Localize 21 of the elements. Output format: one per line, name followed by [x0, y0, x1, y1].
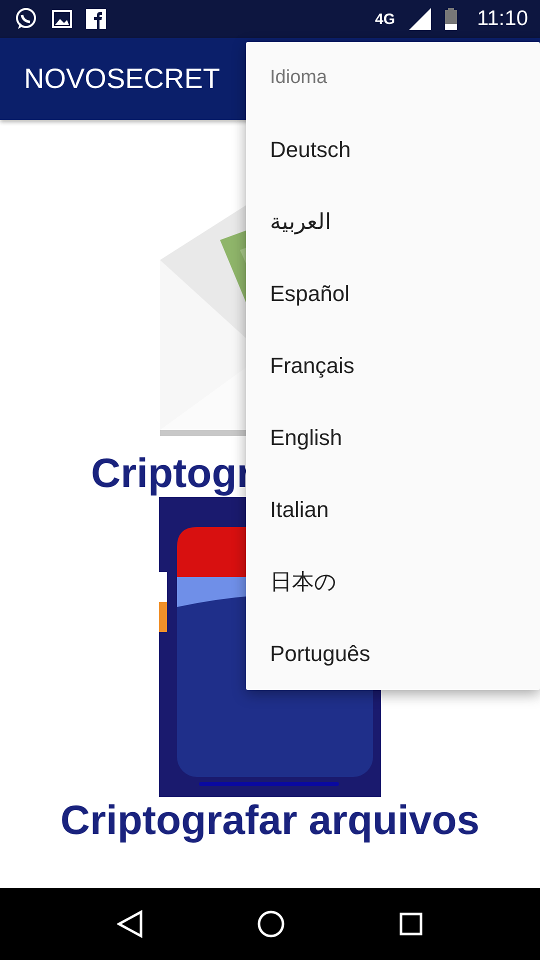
menu-item[interactable]: العربية	[246, 186, 540, 258]
clock: 11:10	[477, 7, 528, 31]
recents-icon[interactable]	[399, 912, 423, 936]
facebook-icon	[86, 9, 106, 29]
image-icon	[52, 10, 72, 28]
back-icon[interactable]	[117, 910, 143, 938]
chat-icon	[14, 7, 38, 31]
signal-icon	[409, 8, 431, 30]
menu-item[interactable]: English	[246, 402, 540, 474]
menu-header: Idioma	[269, 66, 328, 90]
menu-item[interactable]: Português	[246, 618, 540, 690]
caption[interactable]: Criptografar arquivos	[60, 797, 480, 844]
app-title: NOVOSECRET	[24, 63, 220, 95]
battery-icon	[445, 8, 457, 30]
menu-item[interactable]: Español	[246, 258, 540, 330]
menu-item[interactable]: Deutsch	[246, 114, 540, 186]
home-icon[interactable]	[257, 910, 285, 938]
menu-item[interactable]: 日本の	[246, 546, 540, 618]
menu-item[interactable]: Italian	[246, 474, 540, 546]
network-type: 4G	[374, 10, 395, 28]
menu-item[interactable]: Français	[246, 330, 540, 402]
